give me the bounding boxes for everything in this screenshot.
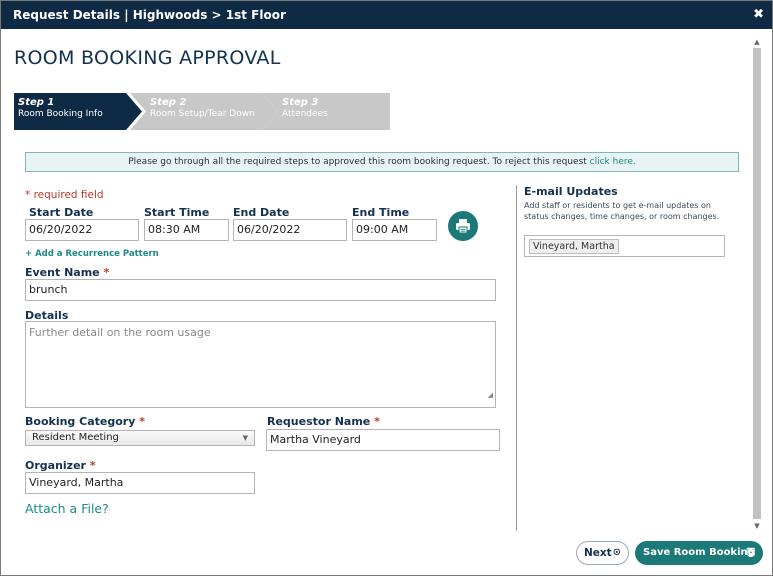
print-button[interactable] bbox=[448, 211, 478, 241]
event-name-label: Event Name * bbox=[25, 266, 109, 279]
booking-category-select[interactable]: Resident Meeting ▼ bbox=[25, 430, 255, 446]
email-updates-description: Add staff or residents to get e-mail upd… bbox=[524, 201, 720, 221]
info-banner: Please go through all the required steps… bbox=[25, 152, 739, 172]
page-title: ROOM BOOKING APPROVAL bbox=[14, 47, 281, 69]
required-marker: * bbox=[374, 415, 380, 428]
requestor-name-input[interactable]: Martha Vineyard bbox=[266, 429, 500, 451]
step-2[interactable]: Step 2 Room Setup/Tear Down bbox=[130, 93, 278, 130]
close-icon[interactable]: ✖ bbox=[753, 1, 764, 29]
vertical-scrollbar[interactable]: ▲ ▼ bbox=[751, 37, 763, 531]
required-marker: * bbox=[89, 459, 96, 472]
step-number: Step 2 bbox=[150, 97, 187, 108]
step-label: Room Setup/Tear Down bbox=[150, 109, 255, 119]
end-date-input[interactable]: 06/20/2022 bbox=[233, 219, 347, 241]
email-recipients-input[interactable]: Vineyard, Martha bbox=[524, 235, 725, 257]
start-date-label: Start Date bbox=[29, 206, 94, 219]
reject-link[interactable]: click here. bbox=[590, 157, 636, 167]
label-text: Organizer bbox=[25, 459, 86, 472]
next-button[interactable]: Next ⊙ bbox=[576, 541, 629, 565]
attach-file-link[interactable]: Attach a File? bbox=[25, 501, 109, 516]
save-label: Save Room Booking bbox=[643, 547, 755, 558]
end-time-label: End Time bbox=[352, 206, 410, 219]
step-number: Step 3 bbox=[282, 97, 319, 108]
required-field-note: * required field bbox=[25, 189, 104, 201]
scroll-up-icon[interactable]: ▲ bbox=[751, 37, 763, 47]
add-recurrence-link[interactable]: + Add a Recurrence Pattern bbox=[25, 249, 159, 259]
start-time-input[interactable]: 08:30 AM bbox=[144, 219, 229, 241]
step-label: Room Booking Info bbox=[18, 109, 103, 119]
save-room-booking-button[interactable]: Save Room Booking 🖫 bbox=[635, 541, 763, 565]
organizer-label: Organizer * bbox=[25, 459, 96, 472]
scrollbar-thumb[interactable] bbox=[753, 48, 761, 519]
print-icon bbox=[456, 219, 470, 234]
step-wizard: Step 1 Room Booking Info Step 2 Room Set… bbox=[14, 93, 394, 130]
email-updates-title: E-mail Updates bbox=[524, 185, 618, 198]
arrow-circle-right-icon: ⊙ bbox=[612, 547, 621, 558]
details-placeholder: Further detail on the room usage bbox=[29, 326, 211, 339]
step-1[interactable]: Step 1 Room Booking Info bbox=[14, 93, 142, 130]
request-details-dialog: Request Details | Highwoods > 1st Floor … bbox=[0, 0, 773, 576]
event-name-input[interactable]: brunch bbox=[25, 279, 496, 301]
next-label: Next bbox=[584, 547, 612, 559]
recipient-chip[interactable]: Vineyard, Martha bbox=[529, 239, 619, 254]
booking-category-label: Booking Category * bbox=[25, 415, 145, 428]
required-marker: * bbox=[139, 415, 145, 428]
step-3[interactable]: Step 3 Attendees bbox=[262, 93, 390, 130]
requestor-name-label: Requestor Name * bbox=[267, 415, 380, 428]
scroll-down-icon[interactable]: ▼ bbox=[751, 521, 763, 531]
banner-text: Please go through all the required steps… bbox=[128, 157, 590, 167]
window-title: Request Details | Highwoods > 1st Floor bbox=[13, 8, 286, 22]
label-text: Requestor Name bbox=[267, 415, 371, 428]
end-time-input[interactable]: 09:00 AM bbox=[352, 219, 437, 241]
details-textarea[interactable]: Further detail on the room usage ◢ bbox=[25, 321, 496, 408]
chevron-down-icon: ▼ bbox=[242, 434, 248, 442]
resize-handle-icon[interactable]: ◢ bbox=[488, 384, 493, 406]
organizer-input[interactable]: Vineyard, Martha bbox=[25, 472, 255, 494]
selected-value: Resident Meeting bbox=[32, 432, 119, 443]
start-date-input[interactable]: 06/20/2022 bbox=[25, 219, 139, 241]
start-time-label: Start Time bbox=[144, 206, 210, 219]
end-date-label: End Date bbox=[233, 206, 290, 219]
label-text: Event Name bbox=[25, 266, 100, 279]
label-text: Booking Category bbox=[25, 415, 136, 428]
window-titlebar: Request Details | Highwoods > 1st Floor … bbox=[1, 1, 772, 29]
save-icon: 🖫 bbox=[746, 547, 755, 558]
column-divider bbox=[516, 185, 517, 531]
step-label: Attendees bbox=[282, 109, 328, 119]
step-number: Step 1 bbox=[18, 97, 55, 108]
required-marker: * bbox=[103, 266, 110, 279]
